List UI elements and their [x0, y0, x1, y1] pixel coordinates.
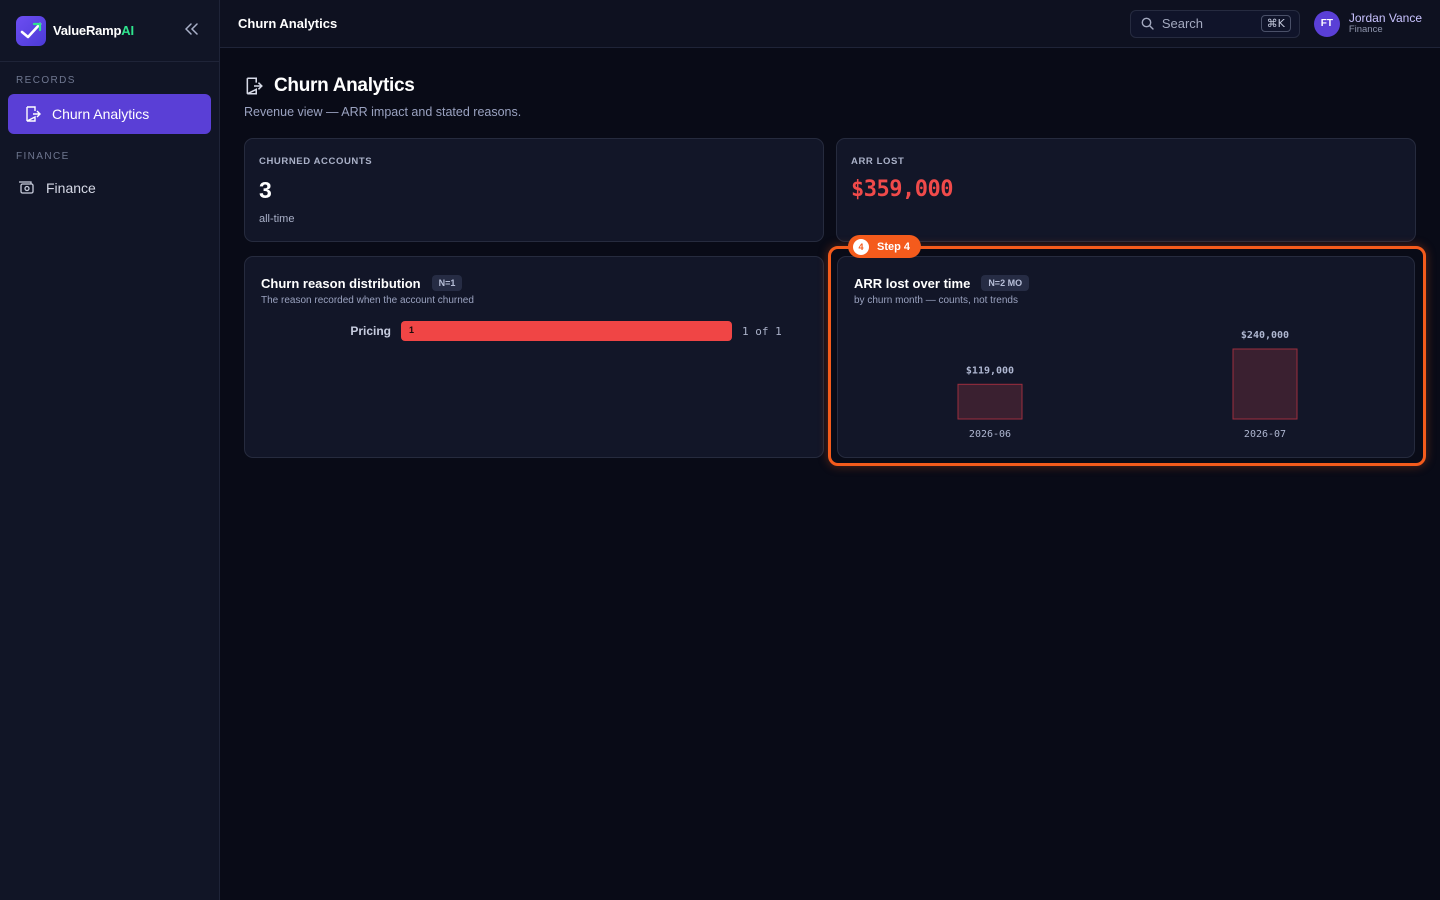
- arr-over-time-panel: ARR lost over time N=2 MO by churn month…: [837, 256, 1415, 458]
- chevrons-left-icon: [184, 22, 199, 40]
- reason-bar-value: 1: [409, 325, 415, 335]
- arr-bar-category-label: 2026-06: [969, 429, 1011, 440]
- topbar-title: Churn Analytics: [238, 16, 338, 31]
- user-name: Jordan Vance: [1348, 10, 1422, 25]
- stat-label: ARR LOST: [851, 156, 905, 167]
- search-shortcut-badge: ⌘K: [1260, 15, 1291, 32]
- search-placeholder: Search: [1161, 16, 1204, 31]
- arr-bar-category-label: 2026-07: [1244, 429, 1286, 440]
- step-number: 4: [853, 238, 869, 255]
- sidebar-item-label: Churn Analytics: [52, 106, 150, 122]
- arr-bar-value-label: $240,000: [1241, 330, 1289, 341]
- step-label: Step 4: [877, 240, 911, 253]
- reason-label: Pricing: [350, 324, 391, 338]
- panel-title-text: Churn reason distribution: [261, 275, 421, 291]
- panel-subtitle: by churn month — counts, not trends: [854, 295, 1018, 306]
- stat-label: CHURNED ACCOUNTS: [259, 156, 373, 167]
- arr-bar-2026-07[interactable]: [1232, 348, 1298, 420]
- arr-bar-2026-06[interactable]: [957, 383, 1023, 420]
- user-menu[interactable]: FT Jordan Vance Finance: [1313, 10, 1422, 37]
- panel-subtitle: The reason recorded when the account chu…: [261, 295, 474, 306]
- page-header: Churn Analytics: [244, 72, 1416, 100]
- stat-foot: all-time: [259, 213, 295, 225]
- sample-size-badge: N=1: [431, 275, 463, 291]
- reason-bar[interactable]: 1: [401, 321, 732, 341]
- exit-door-icon: [244, 76, 264, 96]
- exit-door-icon: [24, 105, 42, 123]
- arr-bar-value-label: $119,000: [966, 365, 1014, 376]
- sidebar-item-finance[interactable]: Finance: [8, 168, 211, 208]
- stat-card-churned-accounts: CHURNED ACCOUNTS 3 all-time: [244, 138, 824, 242]
- panel-title: ARR lost over time N=2 MO: [854, 275, 1030, 291]
- sample-size-badge: N=2 MO: [981, 275, 1030, 291]
- search-input[interactable]: Search ⌘K: [1129, 9, 1300, 38]
- topbar: Churn Analytics Search ⌘K FT Jordan Vanc…: [220, 0, 1440, 48]
- sidebar: ValueRampAI RECORDS Churn Analytics FINA…: [0, 0, 220, 900]
- page-subtitle: Revenue view — ARR impact and stated rea…: [244, 105, 522, 119]
- step-badge[interactable]: 4 Step 4: [848, 235, 922, 258]
- churn-reason-panel: Churn reason distribution N=1 The reason…: [244, 256, 824, 458]
- brand-logo-icon[interactable]: [16, 15, 46, 46]
- sidebar-section-records: RECORDS: [16, 75, 76, 86]
- stat-card-arr-lost: ARR LOST $359,000: [836, 138, 1416, 242]
- reason-count: 1 of 1: [742, 324, 782, 338]
- brand-name: ValueRampAI: [53, 23, 134, 38]
- stat-value: 3: [259, 177, 272, 203]
- brand-header: ValueRampAI: [0, 0, 219, 62]
- user-info: Jordan Vance Finance: [1348, 10, 1422, 36]
- sidebar-item-label: Finance: [46, 180, 96, 196]
- search-icon: [1141, 17, 1154, 30]
- sidebar-item-churn-analytics[interactable]: Churn Analytics: [8, 94, 211, 134]
- avatar[interactable]: FT: [1313, 10, 1340, 37]
- panel-title: Churn reason distribution N=1: [261, 275, 463, 291]
- reason-bar-row: Pricing 1 1 of 1: [261, 321, 782, 341]
- collapse-sidebar-button[interactable]: [181, 20, 203, 42]
- stat-value: $359,000: [851, 177, 953, 202]
- money-icon: [18, 179, 36, 197]
- panel-title-text: ARR lost over time: [854, 275, 971, 291]
- page-title: Churn Analytics: [274, 75, 415, 96]
- sidebar-section-finance: FINANCE: [16, 151, 70, 162]
- user-role: Finance: [1348, 23, 1383, 35]
- brand-name-accent: AI: [121, 23, 134, 38]
- main-content: Churn Analytics Revenue view — ARR impac…: [244, 72, 1416, 119]
- brand-name-main: ValueRamp: [53, 23, 122, 38]
